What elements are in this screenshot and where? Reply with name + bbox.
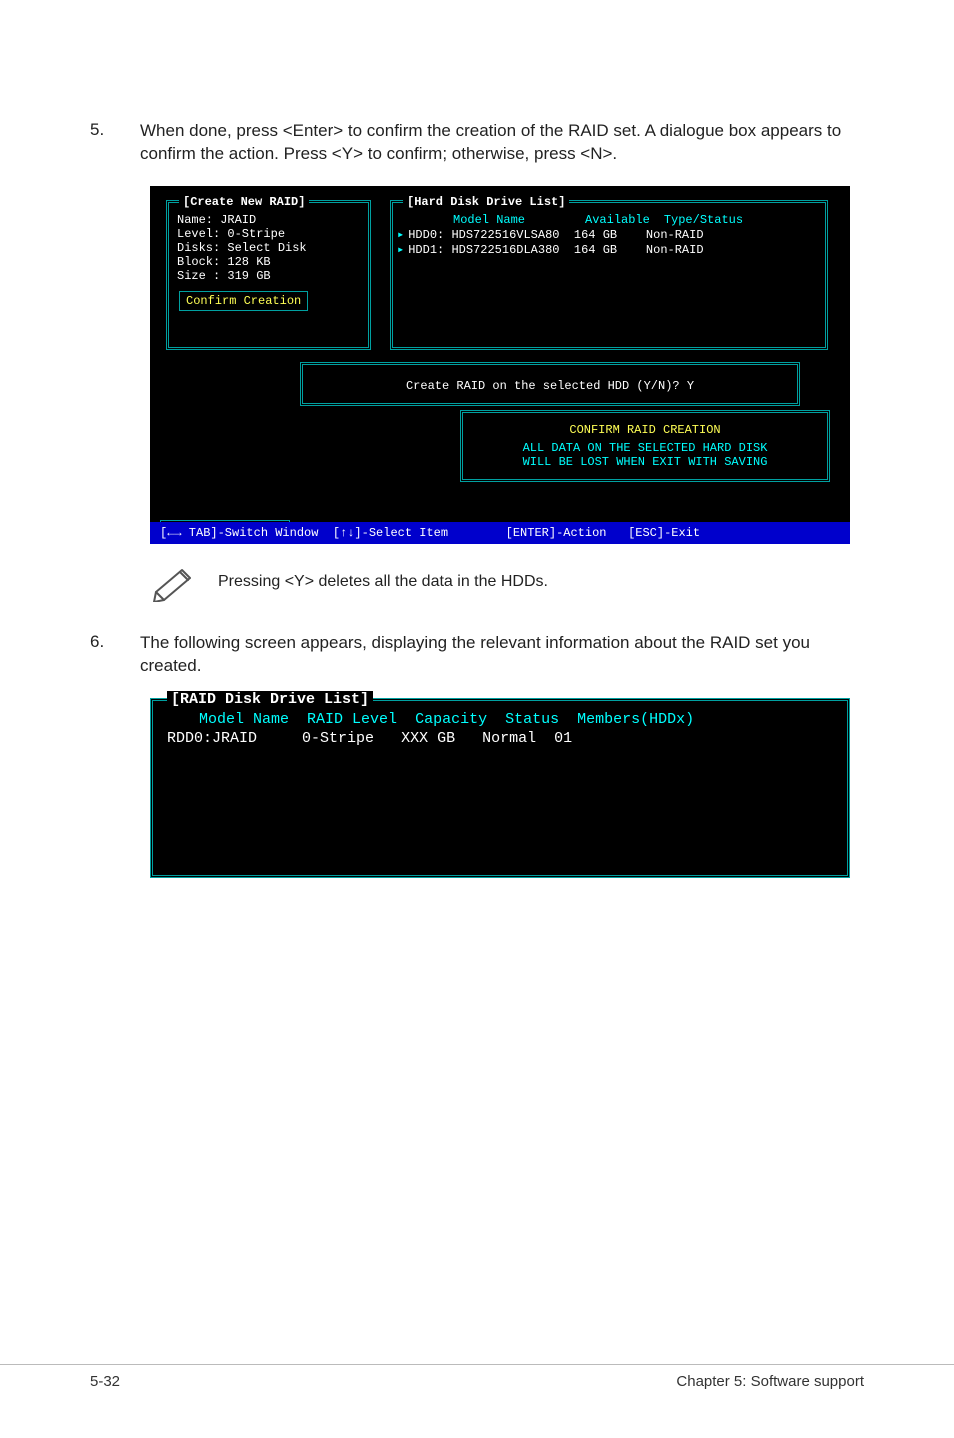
hdd-list-panel: [Hard Disk Drive List] Model NameAvailab… — [390, 200, 828, 350]
marker-icon — [397, 243, 408, 257]
step-6-number: 6. — [90, 632, 140, 678]
create-new-raid-title: [Create New RAID] — [179, 195, 309, 209]
step-5-number: 5. — [90, 120, 140, 166]
step-5: 5. When done, press <Enter> to confirm t… — [90, 120, 864, 166]
bios-confirm-screenshot: [Create New RAID] Name: JRAID Level: 0-S… — [150, 186, 850, 544]
raid-name-line: Name: JRAID — [169, 213, 368, 227]
create-raid-dialog[interactable]: Create RAID on the selected HDD (Y/N)? Y — [300, 362, 800, 406]
confirm-line-1: CONFIRM RAID CREATION — [475, 423, 815, 437]
note-pencil-icon — [150, 562, 200, 602]
confirm-raid-creation-box: CONFIRM RAID CREATION ALL DATA ON THE SE… — [460, 410, 830, 482]
hdd-row-0: HDD0: HDS722516VLSA80 164 GB Non-RAID — [393, 227, 825, 242]
raid-block-line: Block: 128 KB — [169, 255, 368, 269]
hdd-row-1: HDD1: HDS722516DLA380 164 GB Non-RAID — [393, 242, 825, 257]
page-footer: 5-32 Chapter 5: Software support — [0, 1364, 954, 1390]
raid-list-row-0: RDD0:JRAID 0-Stripe XXX GB Normal 01 — [167, 730, 847, 747]
hdd-list-title: [Hard Disk Drive List] — [403, 195, 569, 209]
raid-list-header: Model Name RAID Level Capacity Status Me… — [167, 711, 847, 728]
confirm-creation-item[interactable]: Confirm Creation — [179, 291, 308, 311]
raid-disk-drive-list-panel: [RAID Disk Drive List] Model Name RAID L… — [150, 698, 850, 878]
raid-size-line: Size : 319 GB — [169, 269, 368, 283]
hdd-header: Model NameAvailableType/Status — [393, 213, 825, 227]
confirm-line-3: WILL BE LOST WHEN EXIT WITH SAVING — [475, 455, 815, 469]
note-row: Pressing <Y> deletes all the data in the… — [150, 562, 864, 602]
page-number: 5-32 — [90, 1373, 120, 1390]
confirm-line-2: ALL DATA ON THE SELECTED HARD DISK — [475, 441, 815, 455]
create-new-raid-panel: [Create New RAID] Name: JRAID Level: 0-S… — [166, 200, 371, 350]
chapter-title: Chapter 5: Software support — [676, 1373, 864, 1390]
step-6-text: The following screen appears, displaying… — [140, 632, 864, 678]
step-5-text: When done, press <Enter> to confirm the … — [140, 120, 864, 166]
marker-icon — [397, 228, 408, 242]
step-6: 6. The following screen appears, display… — [90, 632, 864, 678]
raid-list-title: [RAID Disk Drive List] — [167, 691, 373, 708]
raid-level-line: Level: 0-Stripe — [169, 227, 368, 241]
dialog-question: Create RAID on the selected HDD (Y/N)? Y — [303, 379, 797, 393]
raid-disks-line: Disks: Select Disk — [169, 241, 368, 255]
note-text: Pressing <Y> deletes all the data in the… — [218, 573, 548, 591]
bios-footer-bar: [←→ TAB]-Switch Window [↑↓]-Select Item … — [150, 522, 850, 544]
